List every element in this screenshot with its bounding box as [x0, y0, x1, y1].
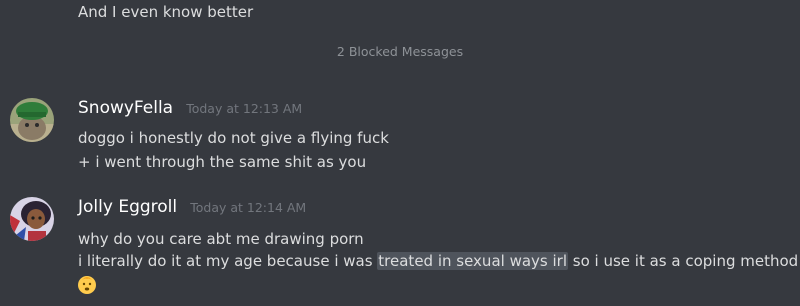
- avatar[interactable]: [10, 197, 54, 241]
- message-text-segment: i literally do it at my age because i wa…: [78, 252, 378, 270]
- timestamp: Today at 12:14 AM: [190, 200, 307, 215]
- message-text: + i went through the same shit as you: [78, 153, 367, 171]
- avatar-character-icon: [10, 197, 54, 241]
- message-text: why do you care abt me drawing porn: [78, 230, 364, 248]
- avatar-green-hat-icon: [10, 98, 54, 142]
- timestamp: Today at 12:13 AM: [186, 101, 303, 116]
- username[interactable]: SnowyFella: [78, 98, 173, 118]
- message-text: i literally do it at my age because i wa…: [78, 251, 798, 271]
- message-text-segment: so i use it as a coping method: [568, 252, 799, 270]
- blocked-messages-toggle[interactable]: 2 Blocked Messages: [0, 44, 800, 59]
- baby-face-emoji-icon: [78, 276, 96, 294]
- message-group: SnowyFella Today at 12:13 AM doggo i hon…: [0, 98, 800, 178]
- message-group: Jolly Eggroll Today at 12:14 AM why do y…: [0, 197, 800, 302]
- highlighted-text: treated in sexual ways irl: [377, 252, 568, 270]
- message-text: doggo i honestly do not give a flying fu…: [78, 129, 389, 147]
- avatar[interactable]: [10, 98, 54, 142]
- username[interactable]: Jolly Eggroll: [78, 197, 177, 217]
- message-text: And I even know better: [78, 3, 254, 21]
